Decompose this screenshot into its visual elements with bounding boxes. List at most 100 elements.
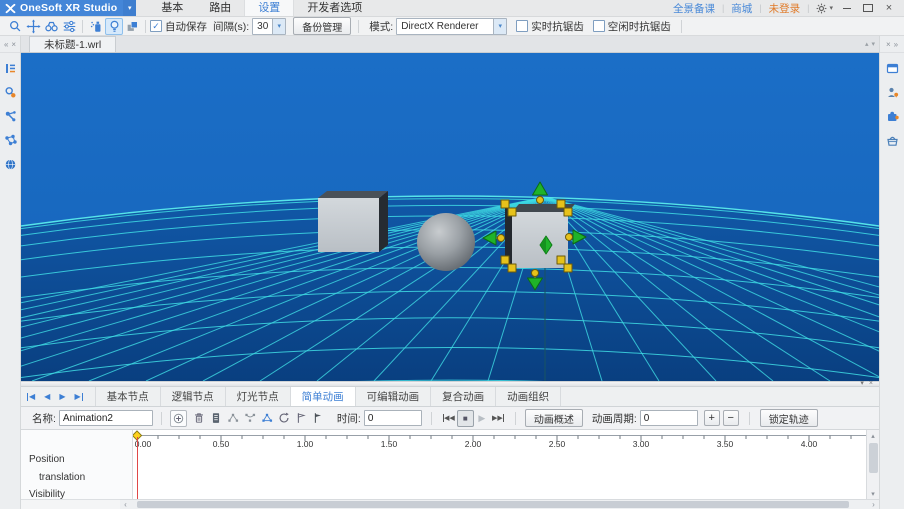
panel-tab[interactable]: 基本节点: [95, 387, 161, 406]
vertical-scrollbar[interactable]: ▴ ▾: [866, 430, 879, 499]
collapse-panel-icon[interactable]: »: [894, 40, 898, 49]
playhead[interactable]: [137, 437, 138, 503]
close-panel-icon[interactable]: ×: [11, 40, 16, 49]
realtime-aa-label: 实时抗锯齿: [531, 19, 584, 34]
horizontal-scrollbar[interactable]: ‹ ›: [120, 499, 879, 509]
collapse-timeline-icon[interactable]: ▾: [860, 382, 864, 386]
gizmo-ball[interactable]: [566, 234, 573, 241]
go-end-button[interactable]: ▶▶: [490, 410, 506, 426]
scroll-down-icon[interactable]: ▾: [867, 488, 879, 499]
tab-scroll-down-icon[interactable]: ▾: [871, 40, 875, 48]
animation-name-input[interactable]: [59, 410, 153, 426]
panel-tab-nav: ◀ ◀ ▶ ▶: [21, 387, 95, 406]
menu-item[interactable]: 开发者选项: [294, 0, 375, 16]
left-rail-header: « ×: [0, 36, 20, 53]
play-button[interactable]: ▶: [474, 410, 490, 426]
period-increase-button[interactable]: +: [704, 410, 720, 426]
period-input[interactable]: [640, 410, 698, 426]
close-panel-icon[interactable]: ×: [886, 40, 891, 49]
scene-tree-button[interactable]: [3, 61, 18, 76]
globe-button[interactable]: [3, 157, 18, 172]
renderer-select[interactable]: DirectX Renderer ▾: [396, 18, 507, 35]
next-tab-button[interactable]: ▶: [59, 392, 65, 401]
prev-tab-button[interactable]: ◀: [44, 392, 50, 401]
cube-object[interactable]: [318, 191, 388, 252]
menu-item[interactable]: 路由: [196, 0, 244, 16]
browse-tool-button[interactable]: [42, 18, 60, 35]
close-timeline-icon[interactable]: ×: [869, 382, 873, 386]
horizontal-scroll-thumb[interactable]: [137, 501, 849, 508]
flag-start-button[interactable]: [293, 410, 310, 427]
tab-scroll-up-icon[interactable]: ▴: [865, 40, 869, 48]
time-input[interactable]: [364, 410, 422, 426]
gizmo-ball[interactable]: [532, 270, 539, 277]
track-row[interactable]: translation: [21, 469, 132, 486]
scroll-right-icon[interactable]: ›: [868, 500, 879, 509]
sphere-object[interactable]: [417, 213, 475, 271]
store-link[interactable]: 商城: [731, 1, 752, 16]
panel-tab[interactable]: 灯光节点: [226, 387, 291, 406]
flag-end-button[interactable]: [310, 410, 327, 427]
delete-keyframe-button[interactable]: [191, 410, 208, 427]
menu-item[interactable]: 基本: [148, 0, 196, 16]
node-mode-1-button[interactable]: [225, 410, 242, 427]
application-window: OneSoft XR Studio ▾ 基本路由设置开发者选项 全景备课 | 商…: [0, 0, 904, 509]
last-tab-button[interactable]: ▶: [74, 392, 82, 401]
loop-button[interactable]: [276, 410, 293, 427]
backup-manage-button[interactable]: 备份管理: [293, 17, 351, 35]
settings-gear-button[interactable]: ▾: [816, 3, 833, 14]
paint-tool-button[interactable]: [87, 18, 105, 35]
plugin-panel-button[interactable]: [885, 109, 900, 124]
zoom-tool-button[interactable]: [6, 18, 24, 35]
vertical-scroll-thumb[interactable]: [869, 443, 878, 473]
node-mode-3-button[interactable]: [259, 410, 276, 427]
track-row[interactable]: Position: [21, 451, 132, 468]
gizmo-ball[interactable]: [537, 197, 544, 204]
idle-aa-checkbox[interactable]: [593, 20, 605, 32]
realtime-aa-checkbox[interactable]: [516, 20, 528, 32]
duplicate-tool-button[interactable]: [123, 18, 141, 35]
close-button[interactable]: ×: [882, 1, 896, 15]
lock-track-button[interactable]: 锁定轨迹: [760, 409, 818, 427]
skeleton-button[interactable]: [3, 109, 18, 124]
scroll-up-icon[interactable]: ▴: [867, 430, 879, 441]
add-keyframe-button[interactable]: [170, 410, 187, 427]
login-status[interactable]: 未登录: [769, 1, 801, 16]
move-tool-button[interactable]: [24, 18, 42, 35]
stop-button[interactable]: ■: [457, 410, 474, 427]
panel-tab[interactable]: 动画组织: [496, 387, 561, 406]
gizmo-ball[interactable]: [498, 235, 505, 242]
resource-basket-button[interactable]: [885, 133, 900, 148]
minimize-button[interactable]: [840, 1, 854, 15]
light-tool-button[interactable]: [105, 18, 123, 35]
panorama-link[interactable]: 全景备课: [673, 1, 715, 16]
menu-item[interactable]: 设置: [244, 0, 294, 16]
interval-select[interactable]: 30 ▾: [252, 18, 286, 35]
panel-tab[interactable]: 逻辑节点: [161, 387, 226, 406]
panel-tab[interactable]: 复合动画: [431, 387, 496, 406]
restore-button[interactable]: [861, 1, 875, 15]
scroll-left-icon[interactable]: ‹: [120, 500, 131, 509]
node-graph-icon: [226, 411, 240, 425]
app-logo-area[interactable]: OneSoft XR Studio: [0, 0, 123, 16]
first-tab-button[interactable]: ◀: [27, 392, 35, 401]
collapse-panel-icon[interactable]: «: [4, 40, 8, 49]
autosave-checkbox[interactable]: ✓: [150, 20, 162, 32]
filter-tool-button[interactable]: [60, 18, 78, 35]
node-mode-2-button[interactable]: [242, 410, 259, 427]
properties-panel-button[interactable]: [885, 61, 900, 76]
document-tab[interactable]: 未标题-1.wrl: [29, 36, 116, 52]
animation-overview-button[interactable]: 动画概述: [525, 409, 583, 427]
go-start-button[interactable]: ◀◀: [441, 410, 457, 426]
period-decrease-button[interactable]: −: [723, 410, 739, 426]
keyframe-list-button[interactable]: [208, 410, 225, 427]
panel-tab[interactable]: 简单动画: [291, 387, 356, 406]
timeline-ruler[interactable]: 0.000.501.001.502.002.503.003.504.00: [133, 430, 866, 448]
panel-tab[interactable]: 可编辑动画: [356, 387, 432, 406]
avatar-panel-button[interactable]: [885, 85, 900, 100]
node-search-button[interactable]: [3, 85, 18, 100]
animation-panel: ◀ ◀ ▶ ▶ 基本节点逻辑节点灯光节点简单动画可编辑动画复合动画动画组织 名称…: [21, 387, 879, 509]
viewport-3d[interactable]: [21, 53, 879, 381]
molecule-button[interactable]: [3, 133, 18, 148]
app-menu-caret-icon[interactable]: ▾: [123, 0, 136, 16]
